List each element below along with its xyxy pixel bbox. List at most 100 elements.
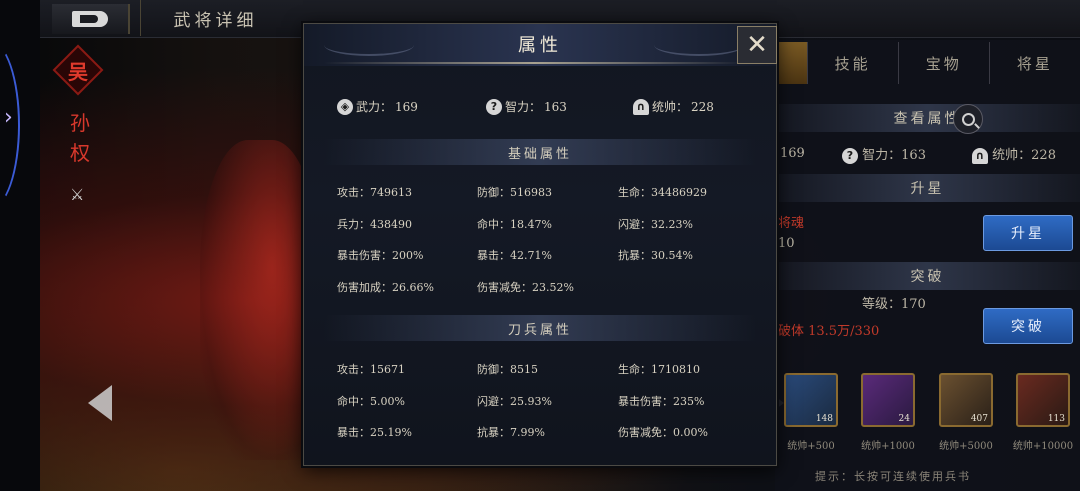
star-up-warning: 将魂 xyxy=(778,216,805,231)
close-button[interactable]: ✕ xyxy=(737,26,777,64)
basic-attr-value: 30.54% xyxy=(651,249,693,262)
basic-attr-value: 42.71% xyxy=(510,249,552,262)
back-button[interactable] xyxy=(52,4,130,34)
breakthrough-button[interactable]: 突破 xyxy=(983,308,1073,344)
troop-attr-value: 8515 xyxy=(510,363,538,376)
basic-attr-cell: 命中：18.47% xyxy=(477,216,552,232)
item-slot-book-3[interactable]: 407 xyxy=(939,373,993,427)
basic-attr-label: 生命： xyxy=(618,186,651,199)
troop-attr-cell: 伤害减免：0.00% xyxy=(618,424,708,440)
troop-attr-cell: 暴击：25.19% xyxy=(337,424,412,440)
tab-treasures[interactable]: 宝物 xyxy=(897,42,989,84)
faction-label: 吴 xyxy=(68,59,88,84)
troop-attributes-header: 刀兵属性 xyxy=(324,315,756,341)
hero-portrait xyxy=(200,140,320,460)
troop-attr-cell: 暴击伤害：235% xyxy=(618,393,704,409)
force-icon: ◈ xyxy=(337,98,353,115)
item-label-2: 统帅+1000 xyxy=(861,441,915,452)
dialog-title: 属性 xyxy=(518,35,562,56)
basic-attr-cell: 伤害减免：23.52% xyxy=(477,279,574,295)
troop-attr-label: 暴击伤害： xyxy=(618,394,673,408)
basic-attr-label: 攻击： xyxy=(337,186,370,199)
basic-attr-value: 516983 xyxy=(510,186,552,199)
basic-attr-cell: 暴击：42.71% xyxy=(477,247,552,263)
troop-attr-value: 5.00% xyxy=(370,394,405,408)
item-slot-book-1[interactable]: 148 xyxy=(784,373,838,427)
basic-attr-label: 命中： xyxy=(477,217,510,231)
tab-star[interactable]: 将星 xyxy=(988,42,1080,84)
basic-attr-value: 26.66% xyxy=(392,280,434,294)
view-attributes-header: 查看属性 xyxy=(775,104,1080,132)
troop-attr-label: 闪避： xyxy=(477,394,510,408)
side-drawer-edge[interactable]: › xyxy=(0,0,40,491)
rp-command: ∩ 统帅：228 xyxy=(972,144,1056,164)
chevron-right-icon[interactable]: › xyxy=(4,105,13,130)
prev-hero-arrow-icon[interactable] xyxy=(88,385,112,421)
stat-intellect: ? 智力： 163 xyxy=(486,98,567,115)
basic-attr-label: 防御： xyxy=(477,186,510,199)
attributes-dialog: 属性 ✕ ◈ 武力： 169 ? 智力： 163 ∩ 统帅： 228 基础属性 攻击：… xyxy=(303,23,777,466)
troop-attr-cell: 生命：1710810 xyxy=(618,361,700,377)
basic-attr-value: 32.23% xyxy=(651,217,693,231)
troop-attr-cell: 命中：5.00% xyxy=(337,393,405,409)
basic-attr-label: 暴击： xyxy=(477,249,510,262)
basic-attr-cell: 暴击伤害：200% xyxy=(337,247,423,263)
basic-attr-value: 438490 xyxy=(370,217,412,231)
basic-attr-label: 兵力： xyxy=(337,217,370,231)
basic-attr-label: 伤害减免： xyxy=(477,280,532,294)
troop-attr-cell: 防御：8515 xyxy=(477,361,538,377)
basic-attr-value: 200% xyxy=(392,249,424,262)
back-arrow-icon xyxy=(72,11,108,27)
basic-attr-cell: 防御：516983 xyxy=(477,184,552,200)
item-slot-book-4[interactable]: 113 xyxy=(1016,373,1070,427)
page-title: 武将详细 xyxy=(140,0,290,36)
basic-attr-cell: 攻击：749613 xyxy=(337,184,412,200)
troop-attr-cell: 攻击：15671 xyxy=(337,361,405,377)
troop-attr-value: 1710810 xyxy=(651,363,700,376)
usage-tip: 提示：长按可连续使用兵书 xyxy=(815,470,971,483)
basic-attributes-header: 基础属性 xyxy=(324,139,756,165)
basic-attr-cell: 生命：34486929 xyxy=(618,184,707,200)
basic-attr-label: 闪避： xyxy=(618,217,651,231)
troop-attr-cell: 抗暴：7.99% xyxy=(477,424,545,440)
troop-attr-label: 抗暴： xyxy=(477,426,510,439)
troop-attr-value: 7.99% xyxy=(510,426,545,439)
basic-attr-cell: 抗暴：30.54% xyxy=(618,247,693,263)
item-label-4: 统帅+10000 xyxy=(1012,441,1074,452)
basic-attr-label: 伤害加成： xyxy=(337,280,392,294)
dialog-divider xyxy=(324,62,744,64)
breakthrough-header: 突破 xyxy=(775,262,1080,290)
item-label-1: 统帅+500 xyxy=(787,441,835,452)
basic-attr-value: 749613 xyxy=(370,186,412,199)
item-slot-book-2[interactable]: 24 xyxy=(861,373,915,427)
star-up-value: 10 xyxy=(778,236,795,251)
basic-attr-value: 34486929 xyxy=(651,186,707,199)
command-icon: ∩ xyxy=(972,147,988,164)
tab-attributes[interactable] xyxy=(775,42,807,84)
breakthrough-requirement: 破体 13.5万/330 xyxy=(778,324,880,339)
basic-attr-value: 23.52% xyxy=(532,280,574,294)
basic-attr-label: 抗暴： xyxy=(618,249,651,262)
basic-attr-value: 18.47% xyxy=(510,217,552,231)
star-up-button[interactable]: 升星 xyxy=(983,215,1073,251)
troop-attr-label: 暴击： xyxy=(337,426,370,439)
troop-attr-value: 25.19% xyxy=(370,426,412,439)
command-icon: ∩ xyxy=(633,98,649,115)
tab-skills[interactable]: 技能 xyxy=(806,42,898,84)
close-icon: ✕ xyxy=(746,30,768,60)
troop-attr-value: 15671 xyxy=(370,363,405,376)
stat-force: ◈ 武力： 169 xyxy=(337,98,418,115)
troop-attr-label: 命中： xyxy=(337,394,370,408)
troop-attr-label: 防御： xyxy=(477,363,510,376)
basic-attr-cell: 伤害加成：26.66% xyxy=(337,279,434,295)
hero-name: 孙权 xyxy=(70,111,90,165)
level-text: 等级：170 xyxy=(862,297,926,312)
search-button[interactable] xyxy=(953,104,983,134)
primary-stats-row: ◈ 武力： 169 ? 智力： 163 ∩ 统帅： 228 xyxy=(304,94,776,124)
search-icon xyxy=(961,112,975,126)
rp-force-value: 169 xyxy=(780,146,805,161)
basic-attr-cell: 兵力：438490 xyxy=(337,216,412,232)
troop-attr-label: 生命： xyxy=(618,363,651,376)
troop-attr-cell: 闪避：25.93% xyxy=(477,393,552,409)
item-label-3: 统帅+5000 xyxy=(939,441,993,452)
